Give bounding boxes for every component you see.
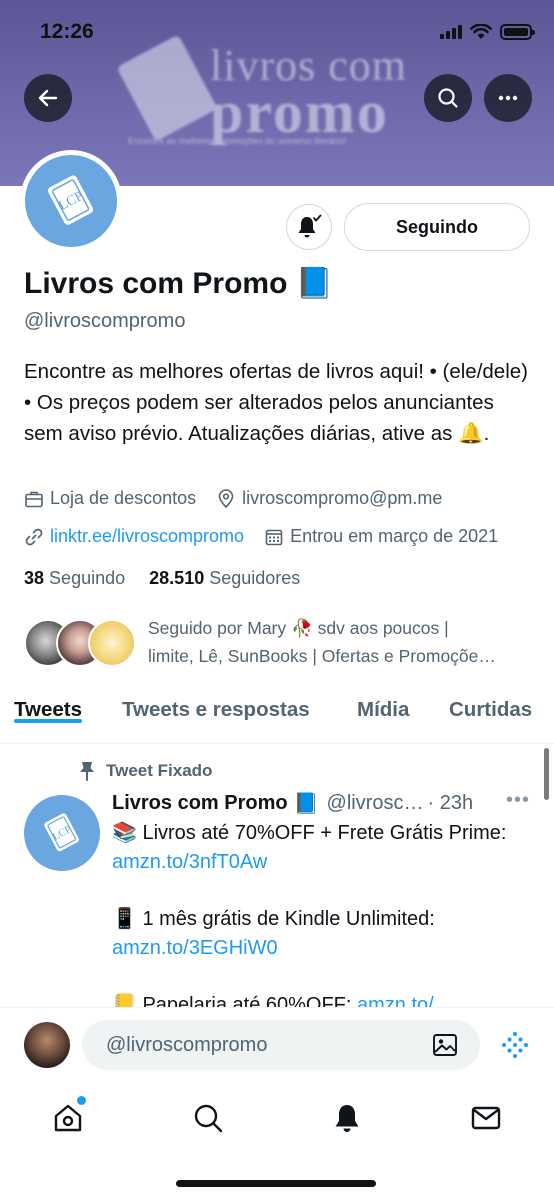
reply-input[interactable]: @livroscompromo	[82, 1020, 480, 1070]
profile-stats: 38 Seguindo 28.510 Seguidores	[24, 568, 300, 589]
image-icon[interactable]	[432, 1032, 458, 1058]
bell-icon	[335, 1105, 359, 1132]
pin-icon	[80, 762, 94, 781]
calendar-icon	[265, 529, 283, 545]
tweet-link[interactable]: amzn.to/3EGHiW0	[112, 937, 278, 959]
tab-media[interactable]: Mídia	[357, 688, 409, 722]
tweet-author-handle: @livrosc…	[326, 792, 424, 814]
battery-icon	[500, 24, 535, 40]
book-logo-icon: LCP	[44, 813, 79, 852]
back-button[interactable]	[24, 74, 72, 122]
profile-handle: @livroscompromo	[24, 310, 186, 332]
book-logo-icon: LCP	[47, 175, 94, 225]
arrow-left-icon	[38, 89, 58, 107]
nav-search[interactable]	[192, 1102, 224, 1134]
profile-name: Livros com Promo 📘	[24, 267, 334, 300]
profile-tabs: Tweets Tweets e respostas Mídia Curtidas	[0, 688, 554, 744]
wifi-icon	[470, 24, 492, 39]
mini-avatar	[88, 619, 136, 667]
profile-location: livroscompromo@pm.me	[216, 488, 442, 509]
new-content-dot	[77, 1096, 86, 1105]
search-icon	[438, 88, 458, 108]
followers-stat[interactable]: 28.510 Seguidores	[149, 568, 300, 588]
home-indicator	[176, 1180, 376, 1187]
following-button[interactable]: Seguindo	[344, 203, 530, 251]
tweet-link[interactable]: amzn.to/3nfT0Aw	[112, 851, 267, 873]
following-stat[interactable]: 38 Seguindo	[24, 568, 125, 588]
tweet-more-icon[interactable]: •••	[506, 789, 530, 812]
profile-website[interactable]: linktr.ee/livroscompromo	[24, 526, 244, 547]
nav-notifications[interactable]	[331, 1102, 363, 1134]
briefcase-icon	[25, 491, 43, 507]
reply-composer: @livroscompromo	[0, 1007, 554, 1085]
link-icon	[25, 528, 43, 545]
more-options-button[interactable]	[484, 74, 532, 122]
mail-icon	[471, 1106, 501, 1130]
blue-book-emoji: 📘	[293, 793, 319, 815]
profile-category: Loja de descontos	[24, 488, 196, 509]
tweet-author-name[interactable]: Livros com Promo	[112, 792, 288, 815]
tweet-link[interactable]: amzn.to/	[357, 994, 434, 1007]
search-icon	[194, 1104, 223, 1133]
home-icon	[54, 1104, 82, 1132]
tab-likes[interactable]: Curtidas	[449, 688, 532, 722]
scrollbar[interactable]	[544, 748, 549, 800]
status-bar: 12:26	[0, 0, 554, 64]
pinned-label: Tweet Fixado	[78, 761, 212, 781]
signal-icon	[440, 25, 462, 39]
nav-messages[interactable]	[470, 1102, 502, 1134]
tweet-header: Livros com Promo 📘 @livrosc… · 23h	[112, 791, 473, 816]
tweet-time: · 23h	[427, 792, 474, 814]
location-pin-icon	[218, 488, 234, 508]
profile-joined: Entrou em março de 2021	[264, 526, 498, 547]
profile-bio: Encontre as melhores ofertas de livros a…	[24, 360, 528, 445]
nav-home[interactable]	[52, 1102, 84, 1134]
followed-by[interactable]: Seguido por Mary 🥀 sdv aos poucos | limi…	[24, 614, 544, 674]
pinned-tweet[interactable]: Tweet Fixado LCP Livros com Promo 📘 @liv…	[0, 745, 554, 1007]
tweet-text: 📚 Livros até 70%OFF + Frete Grátis Prime…	[112, 819, 532, 1007]
followers-you-know-avatars	[24, 619, 136, 667]
tab-tweets[interactable]: Tweets	[14, 688, 82, 723]
blue-book-emoji: 📘	[295, 267, 334, 300]
more-horizontal-icon	[498, 95, 518, 101]
notifications-toggle-button[interactable]	[286, 204, 332, 250]
status-time: 12:26	[40, 20, 94, 43]
sparkle-dots-icon[interactable]	[500, 1030, 530, 1060]
my-avatar[interactable]	[24, 1022, 70, 1068]
search-button[interactable]	[424, 74, 472, 122]
bell-check-icon	[298, 214, 322, 238]
tweet-author-avatar[interactable]: LCP	[24, 795, 100, 871]
tab-tweets-replies[interactable]: Tweets e respostas	[122, 688, 310, 722]
profile-avatar[interactable]: LCP	[20, 150, 122, 252]
